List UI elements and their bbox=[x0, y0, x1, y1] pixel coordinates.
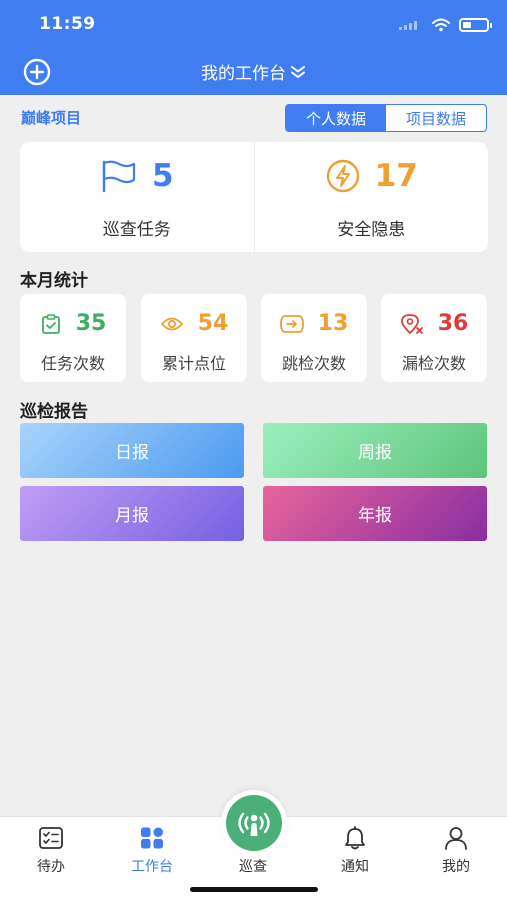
hazard-label: 安全隐患 bbox=[337, 220, 406, 240]
signal-icon bbox=[399, 20, 423, 30]
flag-icon bbox=[102, 160, 136, 193]
stat-missed-count[interactable]: 36 漏检次数 bbox=[381, 294, 487, 382]
stat-point-count[interactable]: 54 累计点位 bbox=[141, 294, 247, 382]
double-chevron-down-icon bbox=[291, 65, 305, 78]
reports-title: 巡检报告 bbox=[20, 402, 88, 422]
tab-personal-data[interactable]: 个人数据 bbox=[286, 105, 386, 131]
battery-icon bbox=[459, 18, 492, 32]
tab-label: 通知 bbox=[341, 859, 369, 875]
status-icons bbox=[399, 14, 492, 36]
tab-label: 巡查 bbox=[239, 859, 267, 875]
summary-card: 5 巡查任务 17 安全隐患 bbox=[20, 142, 488, 252]
tab-label: 工作台 bbox=[131, 859, 173, 875]
stat-label: 漏检次数 bbox=[401, 354, 466, 373]
lightning-icon bbox=[326, 159, 359, 193]
clipboard-check-icon bbox=[41, 313, 60, 334]
todo-list-icon bbox=[39, 827, 63, 849]
daily-report-button[interactable]: 日报 bbox=[20, 423, 244, 478]
data-scope-toggle: 个人数据 项目数据 bbox=[285, 104, 487, 132]
eye-icon bbox=[160, 317, 183, 330]
project-name: 巅峰项目 bbox=[21, 109, 82, 127]
stat-task-count[interactable]: 35 任务次数 bbox=[20, 294, 126, 382]
stat-value: 35 bbox=[75, 311, 107, 336]
tab-notifications[interactable]: 通知 bbox=[315, 817, 395, 877]
stat-label: 任务次数 bbox=[40, 354, 105, 373]
user-icon bbox=[445, 827, 467, 850]
patrol-task-label: 巡查任务 bbox=[102, 220, 171, 240]
tab-profile[interactable]: 我的 bbox=[416, 817, 496, 877]
monthly-stats-title: 本月统计 bbox=[20, 271, 88, 291]
wifi-icon bbox=[432, 18, 450, 32]
stat-skip-count[interactable]: 13 跳检次数 bbox=[261, 294, 367, 382]
bell-icon bbox=[345, 826, 365, 850]
workbench-grid-icon bbox=[141, 827, 163, 849]
header-bar: 11:59 我的工作台 bbox=[0, 0, 507, 95]
workspace-switcher[interactable]: 我的工作台 bbox=[0, 59, 507, 84]
skip-icon bbox=[279, 314, 304, 333]
yearly-report-button[interactable]: 年报 bbox=[263, 486, 487, 541]
weekly-report-button[interactable]: 周报 bbox=[263, 423, 487, 478]
summary-patrol-tasks[interactable]: 5 巡查任务 bbox=[20, 142, 254, 252]
missed-location-icon bbox=[400, 313, 423, 334]
stat-value: 54 bbox=[197, 311, 229, 336]
status-time: 11:59 bbox=[39, 14, 96, 34]
stat-value: 36 bbox=[437, 311, 469, 336]
home-indicator bbox=[190, 887, 318, 892]
patrol-broadcast-icon bbox=[238, 812, 270, 836]
tab-label: 我的 bbox=[442, 859, 470, 875]
stat-value: 13 bbox=[317, 311, 349, 336]
hazard-count: 17 bbox=[374, 158, 418, 194]
stat-label: 累计点位 bbox=[161, 354, 226, 373]
monthly-report-button[interactable]: 月报 bbox=[20, 486, 244, 541]
tab-label: 待办 bbox=[37, 859, 65, 875]
patrol-task-count: 5 bbox=[151, 158, 174, 194]
tab-workbench[interactable]: 工作台 bbox=[112, 817, 192, 877]
tab-project-data[interactable]: 项目数据 bbox=[386, 105, 486, 131]
page-title: 我的工作台 bbox=[201, 64, 286, 84]
summary-safety-hazards[interactable]: 17 安全隐患 bbox=[253, 142, 489, 252]
tab-todo[interactable]: 待办 bbox=[11, 817, 91, 877]
stat-label: 跳检次数 bbox=[281, 354, 346, 373]
patrol-center-button[interactable] bbox=[221, 790, 287, 856]
